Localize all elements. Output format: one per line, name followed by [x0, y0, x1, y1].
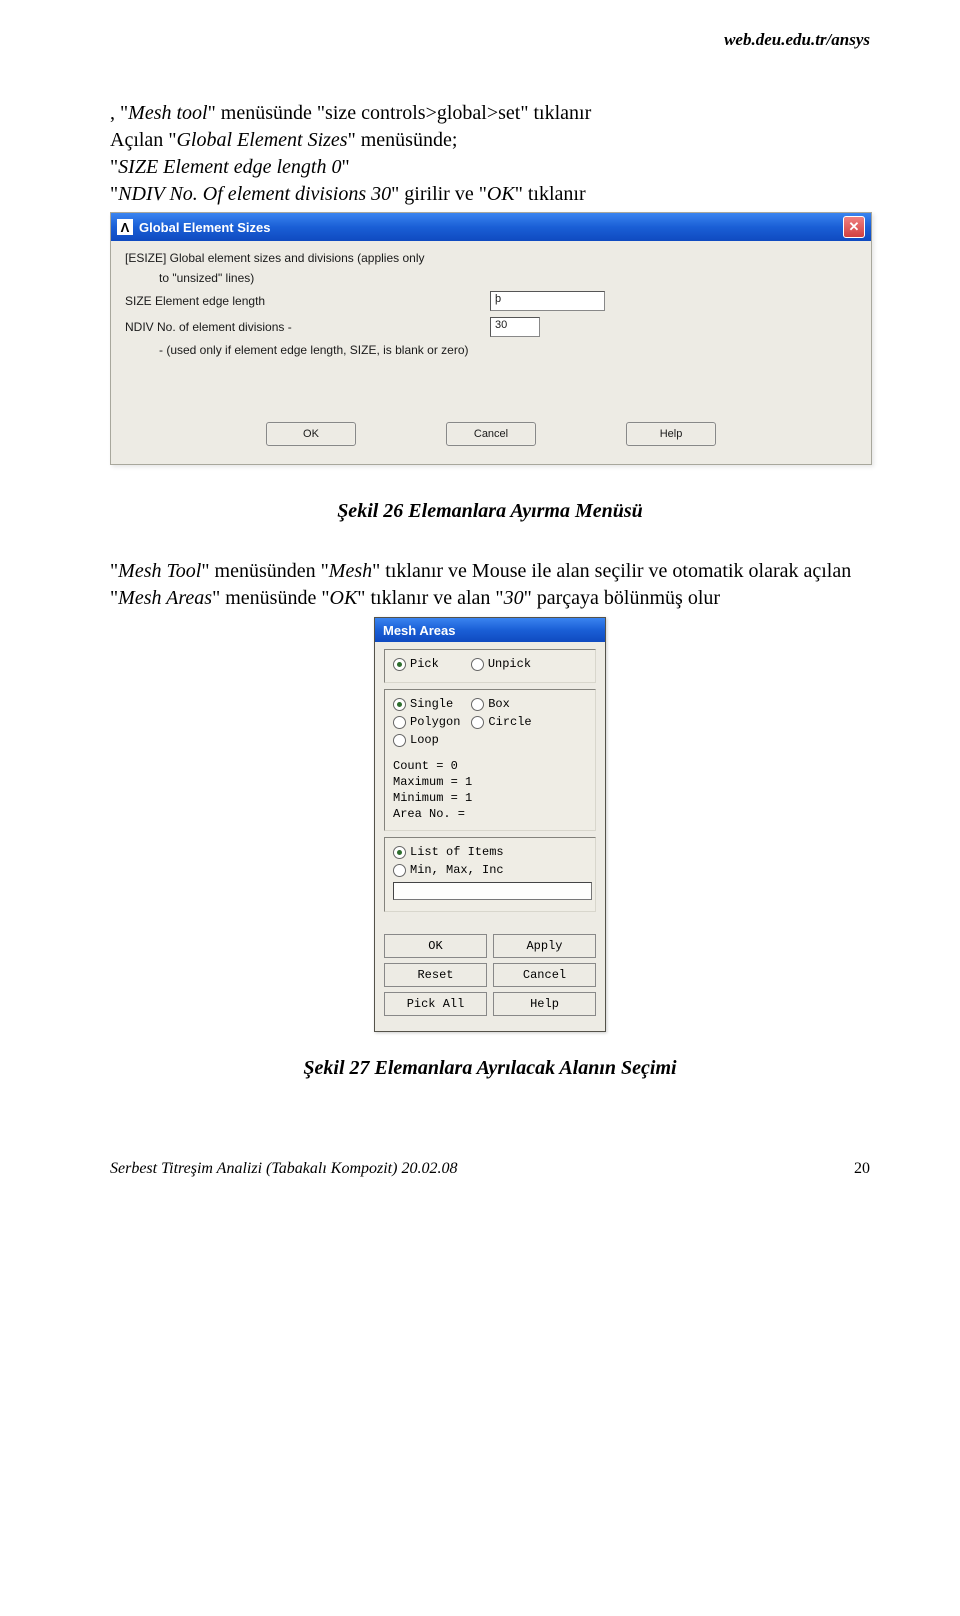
dialog-title: Global Element Sizes [139, 220, 843, 235]
figure-26-caption: Şekil 26 Elemanlara Ayırma Menüsü [110, 500, 870, 523]
page-footer: Serbest Titreşim Analizi (Tabakalı Kompo… [110, 1160, 870, 1178]
dialog-titlebar: Λ Global Element Sizes ✕ [111, 213, 871, 241]
label-unsized: to "unsized" lines) [125, 271, 524, 285]
page-number: 20 [854, 1160, 870, 1178]
radio-off-icon [393, 716, 406, 729]
radio-off-icon [471, 698, 484, 711]
t: Loop [410, 733, 439, 747]
radio-polygon[interactable]: Polygon [393, 715, 460, 729]
cancel-button[interactable]: Cancel [446, 422, 536, 446]
t: Circle [488, 715, 531, 729]
radio-single[interactable]: Single [393, 697, 453, 711]
t: OK [487, 183, 515, 205]
app-icon: Λ [117, 219, 133, 235]
radio-off-icon [393, 734, 406, 747]
t: tıklanır [523, 183, 586, 205]
radio-unpick[interactable]: Unpick [471, 657, 531, 671]
label-esize: [ESIZE] Global element sizes and divisio… [125, 251, 490, 265]
ok-button[interactable]: OK [384, 934, 487, 958]
label-ndiv: NDIV No. of element divisions - [125, 320, 490, 334]
radio-circle[interactable]: Circle [471, 715, 531, 729]
t: NDIV No. Of element divisions 30 [118, 183, 391, 205]
radio-on-icon [393, 846, 406, 859]
intro-text: , "Mesh tool" menüsünde "size controls>g… [110, 100, 870, 208]
radio-box[interactable]: Box [471, 697, 510, 711]
footer-left: Serbest Titreşim Analizi (Tabakalı Kompo… [110, 1160, 457, 1178]
help-button[interactable]: Help [626, 422, 716, 446]
apply-button[interactable]: Apply [493, 934, 596, 958]
dialog-title: Mesh Areas [375, 618, 605, 642]
list-group: List of Items Min, Max, Inc [384, 837, 596, 912]
t: Mesh Areas [118, 587, 212, 609]
min-label: Minimum = 1 [393, 791, 588, 805]
t: menüsünden [210, 560, 321, 582]
t: tıklanır ve Mouse ile alan seçilir ve ot… [380, 560, 851, 582]
t: Single [410, 697, 453, 711]
t: Unpick [488, 657, 531, 671]
global-element-sizes-dialog: Λ Global Element Sizes ✕ [ESIZE] Global … [110, 212, 872, 465]
page-url: web.deu.edu.tr/ansys [110, 30, 870, 50]
t: Mesh [329, 560, 372, 582]
mid-text: "Mesh Tool" menüsünden "Mesh" tıklanır v… [110, 558, 870, 612]
radio-off-icon [393, 864, 406, 877]
t: 30 [504, 587, 524, 609]
pick-all-button[interactable]: Pick All [384, 992, 487, 1016]
t: Box [488, 697, 510, 711]
t: menüsünde [220, 587, 321, 609]
shape-group: Single Box Polygon Circle Loop Count = 0… [384, 689, 596, 831]
ndiv-input[interactable]: 30 [490, 317, 540, 337]
value-input[interactable] [393, 882, 592, 900]
size-input[interactable]: þ [490, 291, 605, 311]
radio-list[interactable]: List of Items [393, 845, 504, 859]
areano-label: Area No. = [393, 807, 588, 821]
t: menüsünde "size controls>global>set" tık… [216, 102, 591, 124]
label-size: SIZE Element edge length [125, 294, 490, 308]
radio-on-icon [393, 658, 406, 671]
mesh-areas-dialog: Mesh Areas Pick Unpick Single Box Polygo… [374, 617, 606, 1032]
t: List of Items [410, 845, 504, 859]
t: girilir ve [399, 183, 478, 205]
max-label: Maximum = 1 [393, 775, 588, 789]
figure-27-caption: Şekil 27 Elemanlara Ayrılacak Alanın Seç… [110, 1057, 870, 1080]
radio-off-icon [471, 658, 484, 671]
t: Açılan [110, 129, 168, 151]
t: Min, Max, Inc [410, 863, 504, 877]
radio-minmaxinc[interactable]: Min, Max, Inc [393, 863, 504, 877]
intro-l3: "SIZE Element edge length 0" [110, 156, 350, 178]
radio-pick[interactable]: Pick [393, 657, 439, 671]
close-icon[interactable]: ✕ [843, 216, 865, 238]
t: menüsünde; [356, 129, 458, 151]
intro-l4: "NDIV No. Of element divisions 30" giril… [110, 183, 586, 205]
t: Mesh Tool [118, 560, 201, 582]
reset-button[interactable]: Reset [384, 963, 487, 987]
radio-off-icon [471, 716, 484, 729]
pick-mode-group: Pick Unpick [384, 649, 596, 683]
t: tıklanır ve alan [365, 587, 495, 609]
t: Polygon [410, 715, 460, 729]
cancel-button[interactable]: Cancel [493, 963, 596, 987]
count-label: Count = 0 [393, 759, 588, 773]
t: Pick [410, 657, 439, 671]
ok-button[interactable]: OK [266, 422, 356, 446]
radio-on-icon [393, 698, 406, 711]
label-note: - (used only if element edge length, SIZ… [125, 343, 524, 357]
intro-l1: , "Mesh tool" menüsünde "size controls>g… [110, 102, 591, 124]
t: Global Element Sizes [176, 129, 347, 151]
t: parçaya bölünmüş olur [532, 587, 720, 609]
t: Mesh tool [128, 102, 207, 124]
help-button[interactable]: Help [493, 992, 596, 1016]
t: OK [330, 587, 358, 609]
t: SIZE Element edge length 0 [118, 156, 341, 178]
radio-loop[interactable]: Loop [393, 733, 439, 747]
intro-l2: Açılan "Global Element Sizes" menüsünde; [110, 129, 457, 151]
t: , [110, 102, 120, 124]
